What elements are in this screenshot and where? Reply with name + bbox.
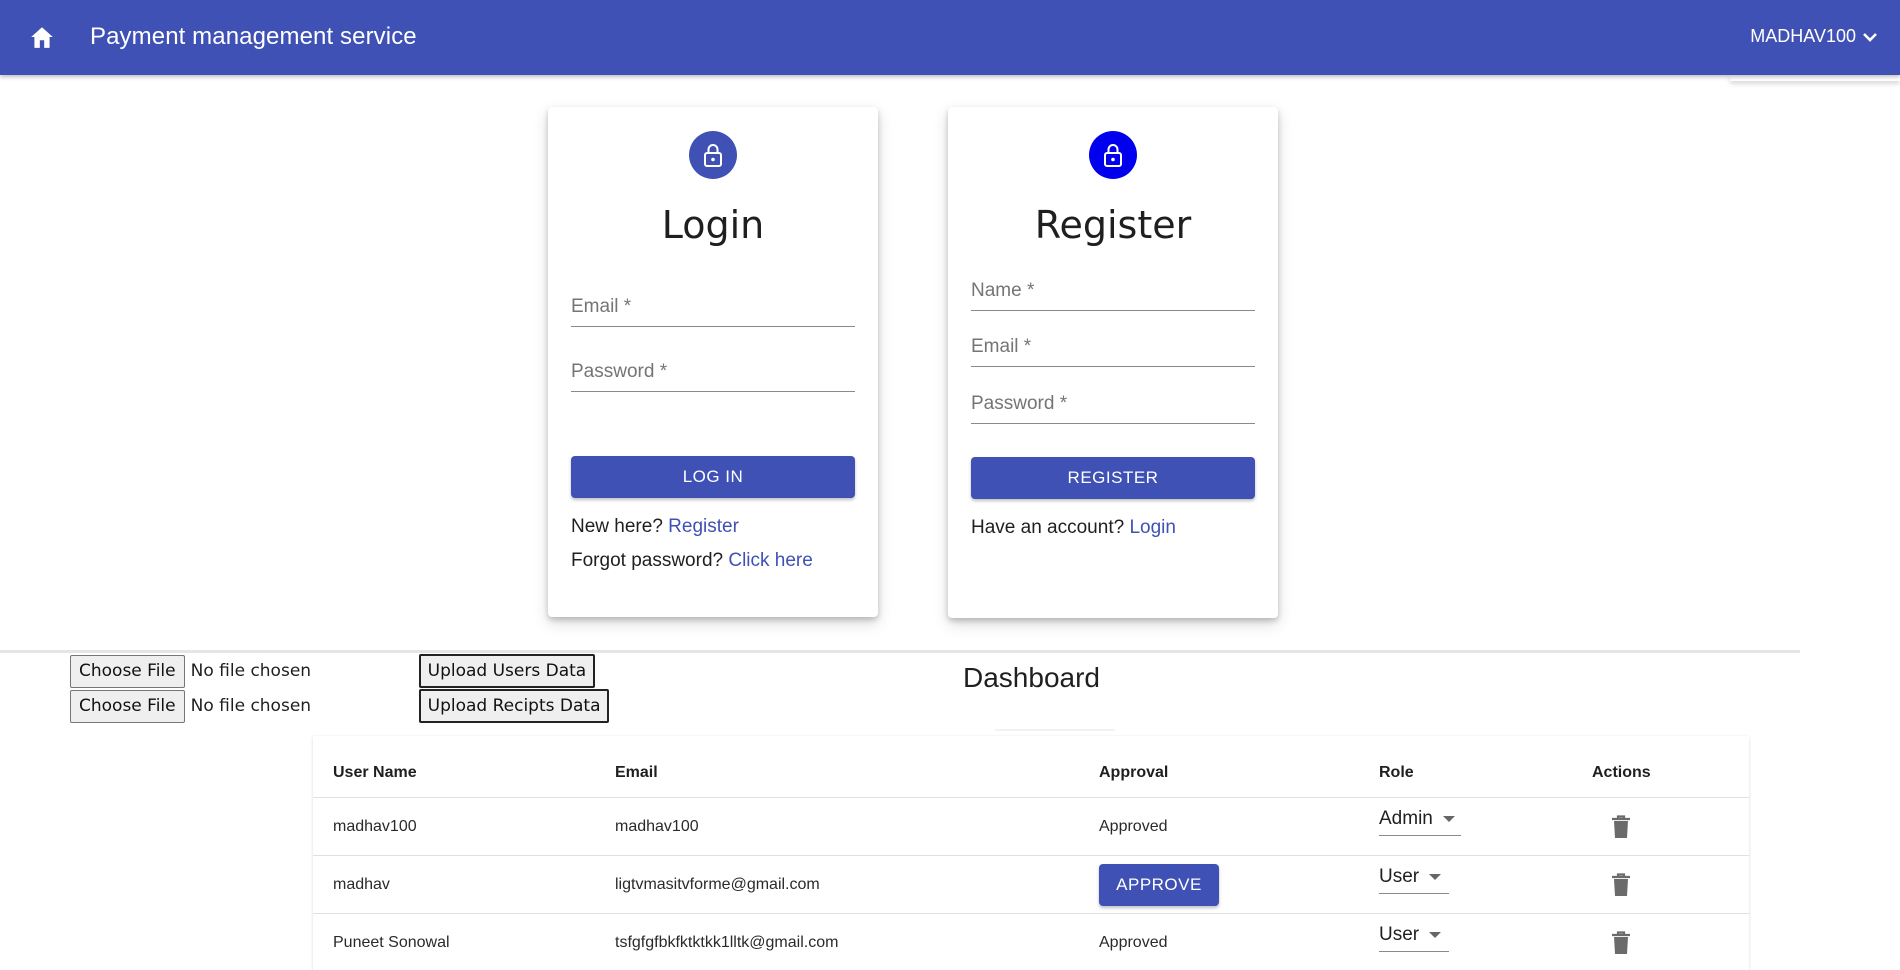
register-password-field[interactable] — [971, 384, 1255, 424]
role-select[interactable]: User — [1379, 860, 1449, 894]
forgot-password-line: Forgot password? Click here — [571, 550, 813, 572]
login-link[interactable]: Login — [1129, 517, 1176, 538]
register-email-field[interactable] — [971, 327, 1255, 367]
register-link[interactable]: Register — [668, 516, 739, 537]
register-card: Register REGISTER Have an account? Login — [948, 107, 1278, 618]
users-table: User Name Email Approval Role Actions ma… — [313, 736, 1749, 970]
recipts-upload-row: Choose File No file chosen Upload Recipt… — [70, 689, 610, 723]
login-password-input[interactable] — [571, 352, 855, 391]
user-name-label: MADHAV100 — [1750, 26, 1856, 46]
dropdown-caret-icon — [1442, 815, 1455, 822]
cell-approval-status: Approved — [1099, 934, 1168, 951]
role-value: User — [1379, 865, 1420, 887]
role-select[interactable]: User — [1379, 918, 1449, 952]
home-button[interactable] — [24, 19, 60, 55]
user-menu-button[interactable]: MADHAV100 — [1750, 26, 1878, 47]
trash-icon[interactable] — [1609, 930, 1633, 956]
login-button[interactable]: LOG IN — [571, 456, 855, 498]
choose-recipts-file-button[interactable]: Choose File — [70, 689, 185, 723]
row-divider — [313, 855, 1749, 856]
users-upload-row: Choose File No file chosen Upload Users … — [70, 654, 596, 688]
dashboard-title-underline — [995, 729, 1115, 731]
login-email-input[interactable] — [571, 287, 855, 326]
row-divider — [313, 913, 1749, 914]
choose-users-file-button[interactable]: Choose File — [70, 654, 185, 688]
cell-user-name: madhav100 — [333, 818, 417, 835]
have-account-line: Have an account? Login — [971, 517, 1176, 539]
recipts-file-status: No file chosen — [190, 696, 312, 716]
dashboard-title: Dashboard — [963, 662, 1100, 693]
chevron-down-icon — [1863, 32, 1877, 42]
login-email-field[interactable] — [571, 287, 855, 327]
approve-button[interactable]: APPROVE — [1099, 864, 1219, 906]
register-title: Register — [1034, 203, 1192, 247]
column-header-actions: Actions — [1592, 764, 1651, 781]
dropdown-caret-icon — [1429, 931, 1442, 938]
user-menu-shadow — [1730, 75, 1900, 81]
forgot-password-link[interactable]: Click here — [728, 550, 812, 571]
have-account-text: Have an account? — [971, 517, 1130, 538]
users-file-status: No file chosen — [190, 661, 312, 681]
app-title: Payment management service — [90, 23, 417, 50]
app-bar: Payment management service MADHAV100 — [0, 0, 1900, 75]
column-header-user-name: User Name — [333, 764, 417, 781]
lock-icon — [1104, 144, 1122, 167]
register-name-input[interactable] — [971, 271, 1255, 310]
register-password-input[interactable] — [971, 384, 1255, 423]
cell-email: tsfgfgfbkfktktkk1lltk@gmail.com — [615, 934, 839, 951]
role-value: Admin — [1379, 807, 1433, 829]
column-header-email: Email — [615, 764, 658, 781]
new-here-line: New here? Register — [571, 516, 739, 538]
role-value: User — [1379, 923, 1420, 945]
lock-icon — [704, 144, 722, 167]
cell-approval-status: Approved — [1099, 818, 1168, 835]
cell-email: madhav100 — [615, 818, 699, 835]
forgot-password-text: Forgot password? — [571, 550, 729, 571]
home-icon — [31, 27, 53, 48]
upload-recipts-data-button[interactable]: Upload Recipts Data — [418, 689, 610, 723]
column-header-role: Role — [1379, 764, 1414, 781]
register-name-field[interactable] — [971, 271, 1255, 311]
cell-user-name: Puneet Sonowal — [333, 934, 450, 951]
column-header-approval: Approval — [1099, 764, 1169, 781]
login-title: Login — [661, 203, 765, 247]
login-lock-avatar — [689, 131, 737, 179]
section-divider — [0, 650, 1800, 653]
cell-email: ligtvmasitvforme@gmail.com — [615, 876, 820, 893]
register-email-input[interactable] — [971, 327, 1255, 366]
login-password-field[interactable] — [571, 352, 855, 392]
login-card: Login LOG IN New here? Register Forgot p… — [548, 107, 878, 617]
role-select[interactable]: Admin — [1379, 802, 1461, 836]
register-lock-avatar — [1089, 131, 1137, 179]
dropdown-caret-icon — [1429, 873, 1442, 880]
upload-users-data-button[interactable]: Upload Users Data — [418, 654, 596, 688]
register-button[interactable]: REGISTER — [971, 457, 1255, 499]
cell-user-name: madhav — [333, 876, 390, 893]
trash-icon[interactable] — [1609, 872, 1633, 898]
trash-icon[interactable] — [1609, 814, 1633, 840]
header-divider — [313, 797, 1749, 798]
new-here-text: New here? — [571, 516, 669, 537]
